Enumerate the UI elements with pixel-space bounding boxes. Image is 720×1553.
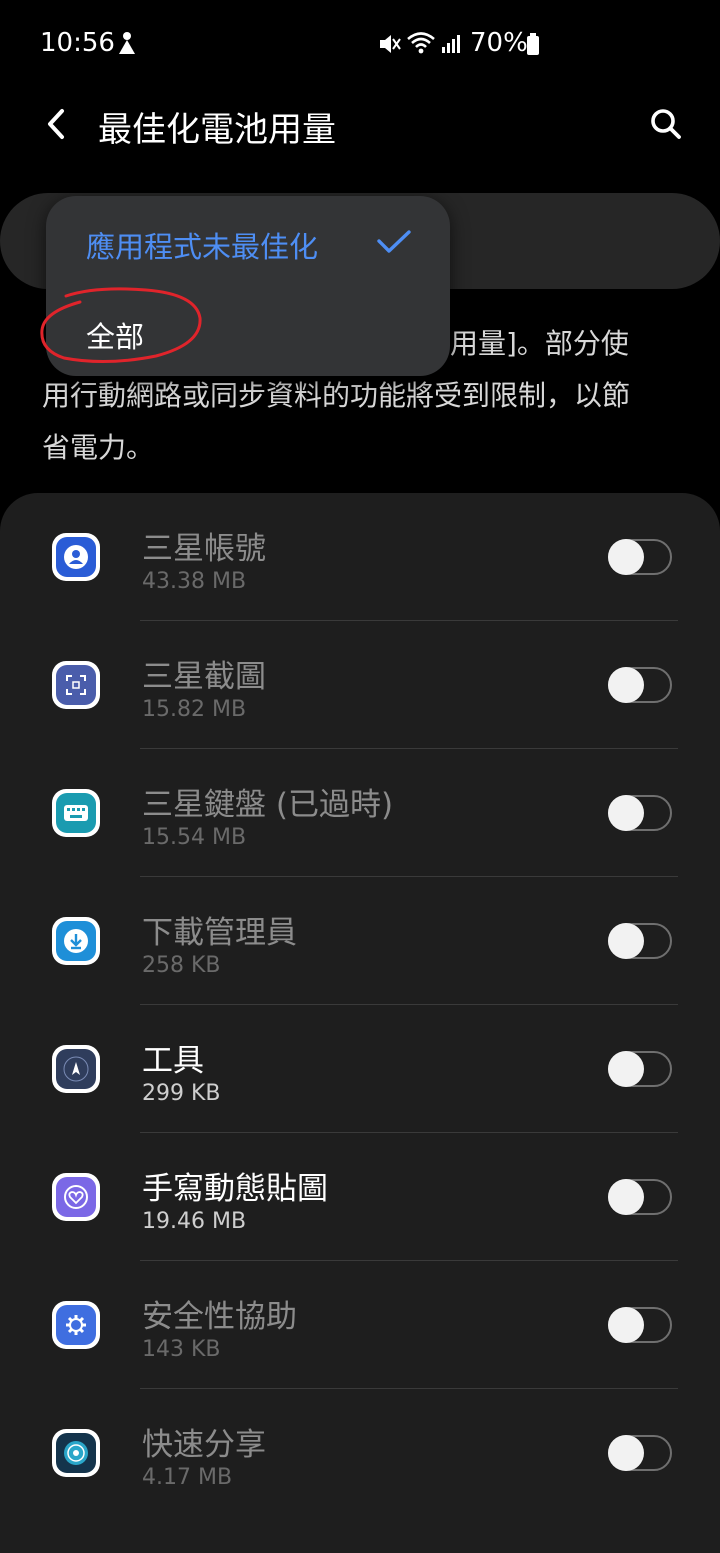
notification-icon xyxy=(116,30,138,62)
list-item[interactable]: 下載管理員 258 KB xyxy=(0,877,720,1005)
app-size: 258 KB xyxy=(142,953,221,978)
back-arrow-icon xyxy=(48,109,64,139)
app-name: 手寫動態貼圖 xyxy=(142,1171,328,1207)
app-name: 三星鍵盤 (已過時) xyxy=(142,787,394,823)
battery-percent: 70% xyxy=(470,28,528,58)
optimize-toggle[interactable] xyxy=(608,1179,672,1215)
toggle-knob xyxy=(608,1051,644,1087)
optimize-toggle[interactable] xyxy=(608,795,672,831)
app-name: 工具 xyxy=(142,1043,204,1079)
toggle-knob xyxy=(608,1435,644,1471)
status-bar: 10:56 70% xyxy=(0,0,720,88)
status-time: 10:56 xyxy=(40,28,115,58)
app-name: 快速分享 xyxy=(142,1427,266,1463)
app-size: 143 KB xyxy=(142,1337,221,1362)
check-icon xyxy=(377,230,411,253)
app-list: 三星帳號 43.38 MB 三星截圖 15.82 MB 三星鍵盤 (已過時) 1… xyxy=(0,493,720,1553)
app-size: 43.38 MB xyxy=(142,569,247,594)
optimize-toggle[interactable] xyxy=(608,923,672,959)
app-name: 三星截圖 xyxy=(142,659,266,695)
toggle-knob xyxy=(608,1307,644,1343)
optimize-toggle[interactable] xyxy=(608,539,672,575)
wifi-icon xyxy=(406,30,436,60)
dropdown-option-not-optimized[interactable]: 應用程式未最佳化 xyxy=(86,224,318,266)
mute-icon xyxy=(376,31,402,61)
app-bar: 最佳化電池用量 xyxy=(0,88,720,160)
toggle-knob xyxy=(608,923,644,959)
samsung-keyboard-icon xyxy=(52,789,100,837)
app-size: 15.54 MB xyxy=(142,825,247,850)
battery-icon xyxy=(526,33,540,55)
toggle-knob xyxy=(608,1179,644,1215)
list-item[interactable]: 手寫動態貼圖 19.46 MB xyxy=(0,1133,720,1261)
samsung-capture-icon xyxy=(52,661,100,709)
list-item[interactable]: 安全性協助 143 KB xyxy=(0,1261,720,1389)
app-size: 299 KB xyxy=(142,1081,221,1106)
compass-tools-icon xyxy=(52,1045,100,1093)
list-item[interactable]: 快速分享 4.17 MB xyxy=(0,1389,720,1517)
app-name: 下載管理員 xyxy=(142,915,297,951)
search-button[interactable] xyxy=(642,100,690,148)
app-size: 4.17 MB xyxy=(142,1465,233,1490)
optimize-toggle[interactable] xyxy=(608,1307,672,1343)
quick-share-icon xyxy=(52,1429,100,1477)
samsung-account-icon xyxy=(52,533,100,581)
list-item[interactable]: 三星帳號 43.38 MB xyxy=(0,493,720,621)
dropdown-option-all[interactable]: 全部 xyxy=(86,314,144,356)
list-item[interactable]: 三星截圖 15.82 MB xyxy=(0,621,720,749)
list-item[interactable]: 三星鍵盤 (已過時) 15.54 MB xyxy=(0,749,720,877)
description-line-3: 省電力。 xyxy=(42,431,155,464)
optimize-toggle[interactable] xyxy=(608,1051,672,1087)
optimize-toggle[interactable] xyxy=(608,667,672,703)
app-name: 三星帳號 xyxy=(142,531,266,567)
app-size: 15.82 MB xyxy=(142,697,247,722)
list-item[interactable]: 工具 299 KB xyxy=(0,1005,720,1133)
page-title: 最佳化電池用量 xyxy=(98,110,336,150)
filter-dropdown-menu: 應用程式未最佳化 全部 xyxy=(46,196,450,376)
search-icon xyxy=(651,109,681,139)
app-name: 安全性協助 xyxy=(142,1299,297,1335)
toggle-knob xyxy=(608,795,644,831)
live-message-icon xyxy=(52,1173,100,1221)
download-manager-icon xyxy=(52,917,100,965)
description-line-2: 用行動網路或同步資料的功能將受到限制，以節 xyxy=(42,379,631,412)
optimize-toggle[interactable] xyxy=(608,1435,672,1471)
security-assist-icon xyxy=(52,1301,100,1349)
app-size: 19.46 MB xyxy=(142,1209,247,1234)
toggle-knob xyxy=(608,667,644,703)
signal-icon xyxy=(440,32,464,58)
toggle-knob xyxy=(608,539,644,575)
back-button[interactable] xyxy=(36,100,76,148)
